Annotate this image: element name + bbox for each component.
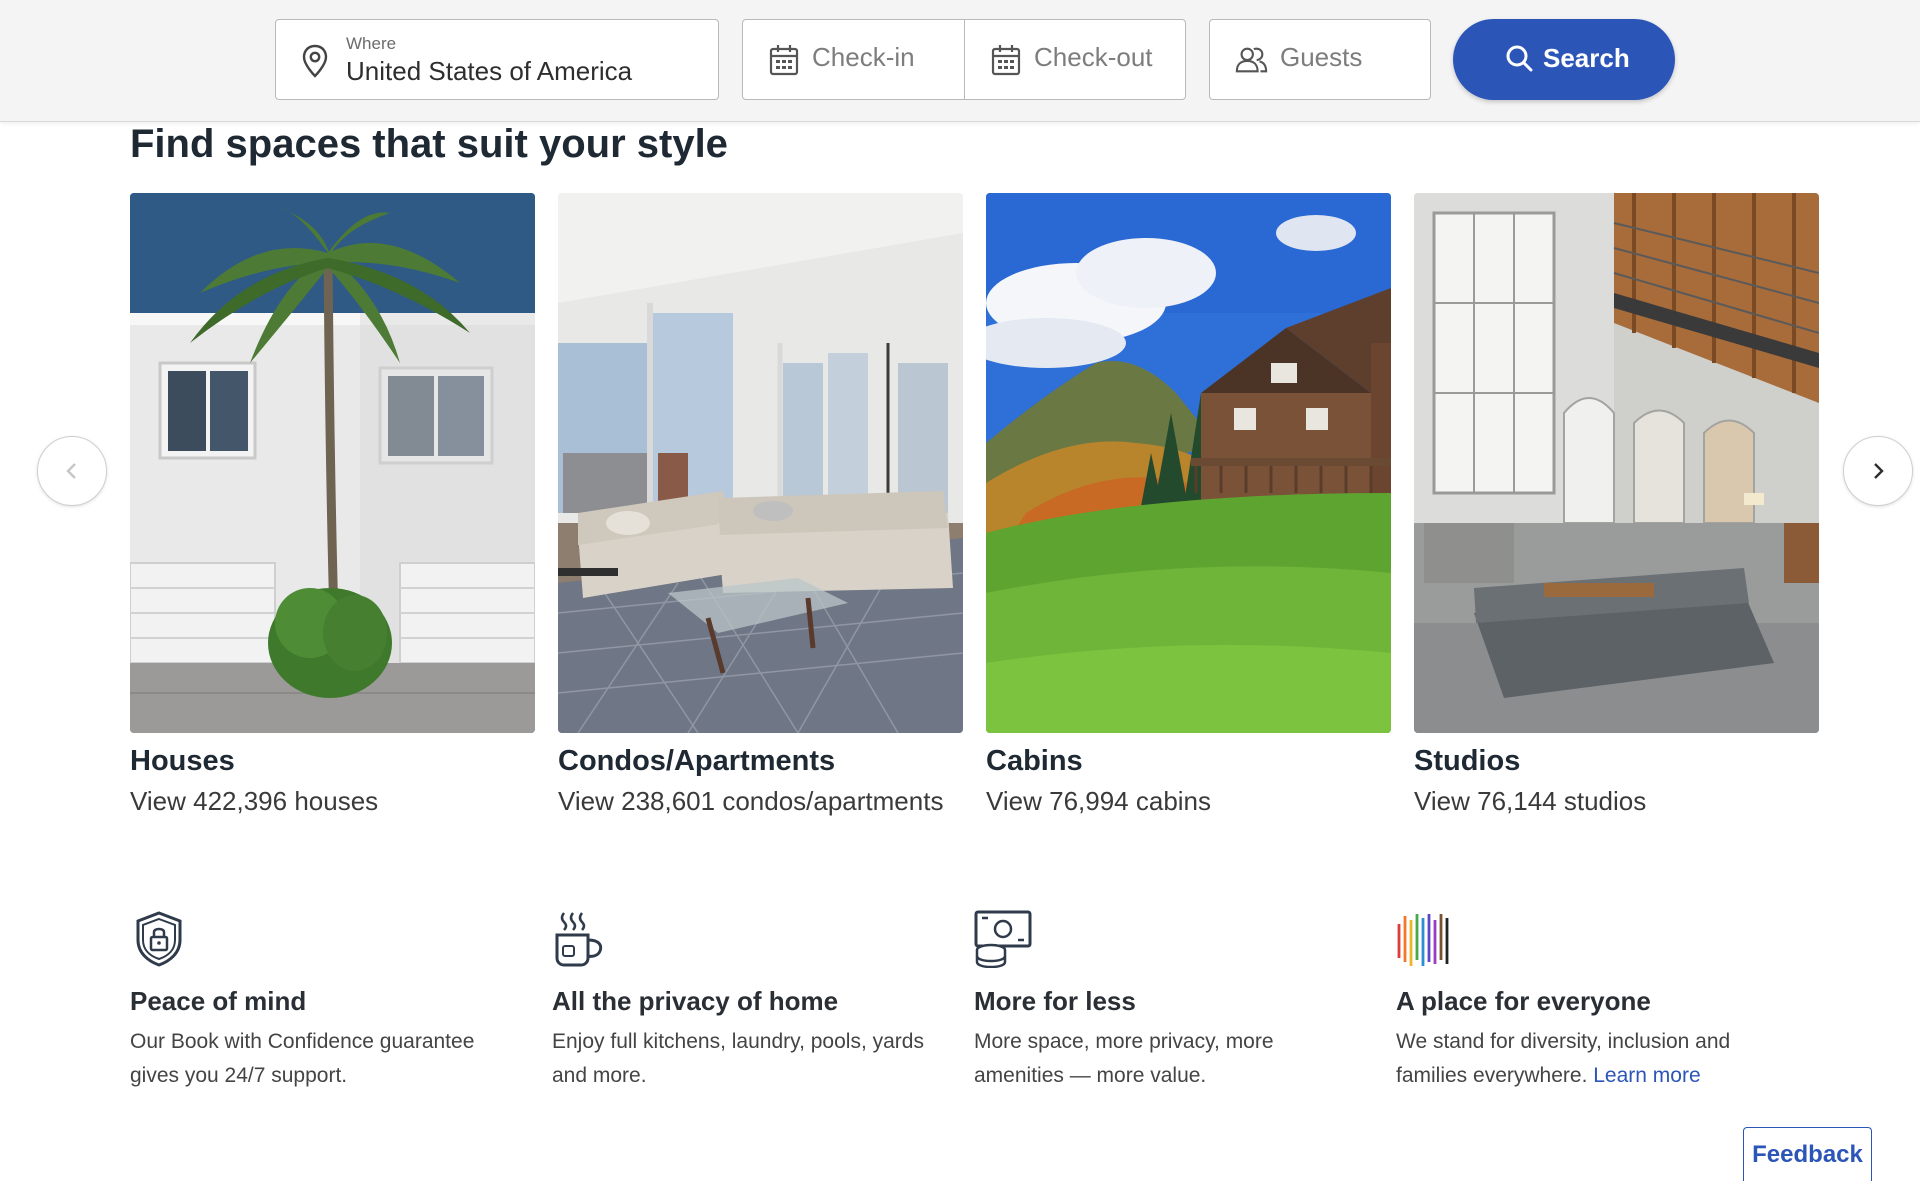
- category-card-cabins[interactable]: Cabins View 76,994 cabins: [986, 193, 1391, 817]
- steaming-mug-icon: [552, 910, 612, 968]
- shield-lock-icon: [130, 910, 190, 968]
- cabins-image: [986, 193, 1391, 733]
- cabins-photo[interactable]: [986, 193, 1391, 733]
- card-title[interactable]: Cabins: [986, 745, 1391, 778]
- card-title[interactable]: Houses: [130, 745, 535, 778]
- feature-title: Peace of mind: [130, 986, 307, 1016]
- rainbow-bars-icon: [1396, 910, 1456, 968]
- category-card-studios[interactable]: Studios View 76,144 studios: [1414, 193, 1819, 817]
- checkin-placeholder: Check-in: [812, 42, 915, 72]
- feature-title: All the privacy of home: [552, 986, 839, 1016]
- feedback-button[interactable]: Feedback: [1743, 1127, 1872, 1181]
- checkout-field[interactable]: Check-out: [964, 19, 1186, 100]
- chevron-left-icon: [66, 463, 76, 479]
- feature-title: More for less: [974, 986, 1136, 1016]
- checkin-field[interactable]: Check-in: [742, 19, 965, 100]
- feature-title: A place for everyone: [1396, 986, 1651, 1016]
- search-icon: [1506, 45, 1533, 72]
- studios-photo[interactable]: [1414, 193, 1819, 733]
- carousel-prev-button[interactable]: [37, 436, 107, 506]
- where-field[interactable]: Where United States of America: [275, 19, 719, 100]
- section-heading: Find spaces that suit your style: [130, 122, 728, 166]
- chevron-right-icon: [1874, 463, 1884, 479]
- guests-field[interactable]: Guests: [1209, 19, 1431, 100]
- guests-placeholder: Guests: [1280, 42, 1363, 72]
- checkout-placeholder: Check-out: [1034, 42, 1153, 72]
- card-subtitle[interactable]: View 238,601 condos/apartments: [558, 786, 963, 817]
- where-value[interactable]: United States of America: [346, 56, 632, 87]
- category-card-condos[interactable]: Condos/Apartments View 238,601 condos/ap…: [558, 193, 963, 817]
- houses-photo[interactable]: [130, 193, 535, 733]
- map-pin-icon: [302, 44, 328, 78]
- card-subtitle[interactable]: View 76,144 studios: [1414, 786, 1819, 817]
- money-coins-icon: [974, 910, 1034, 969]
- feature-description: More space, more privacy, more amenities…: [974, 1030, 1274, 1087]
- feature-more-for-less: More for less More space, more privacy, …: [974, 910, 1364, 1093]
- card-title[interactable]: Condos/Apartments: [558, 745, 963, 778]
- feature-description: Enjoy full kitchens, laundry, pools, yar…: [552, 1030, 924, 1087]
- feature-privacy: All the privacy of home Enjoy full kitch…: [552, 910, 942, 1093]
- search-bar: Where United States of America Check-in …: [0, 0, 1920, 122]
- learn-more-link[interactable]: Learn more: [1593, 1064, 1700, 1087]
- guests-icon: [1235, 47, 1268, 73]
- carousel-next-button[interactable]: [1843, 436, 1913, 506]
- search-button-label: Search: [1543, 43, 1630, 73]
- calendar-icon: [769, 45, 799, 76]
- calendar-icon: [991, 45, 1021, 76]
- feature-place-for-everyone: A place for everyone We stand for divers…: [1396, 910, 1786, 1093]
- category-card-houses[interactable]: Houses View 422,396 houses: [130, 193, 535, 817]
- feature-description: Our Book with Confidence guarantee gives…: [130, 1030, 475, 1087]
- card-subtitle[interactable]: View 422,396 houses: [130, 786, 535, 817]
- condos-photo[interactable]: [558, 193, 963, 733]
- search-button[interactable]: Search: [1453, 19, 1675, 100]
- studios-image: [1414, 193, 1819, 733]
- feature-peace-of-mind: Peace of mind Our Book with Confidence g…: [130, 910, 520, 1093]
- feature-description: We stand for diversity, inclusion and fa…: [1396, 1025, 1786, 1093]
- card-title[interactable]: Studios: [1414, 745, 1819, 778]
- card-subtitle[interactable]: View 76,994 cabins: [986, 786, 1391, 817]
- houses-image: [130, 193, 535, 733]
- condos-image: [558, 193, 963, 733]
- where-label: Where: [346, 34, 397, 53]
